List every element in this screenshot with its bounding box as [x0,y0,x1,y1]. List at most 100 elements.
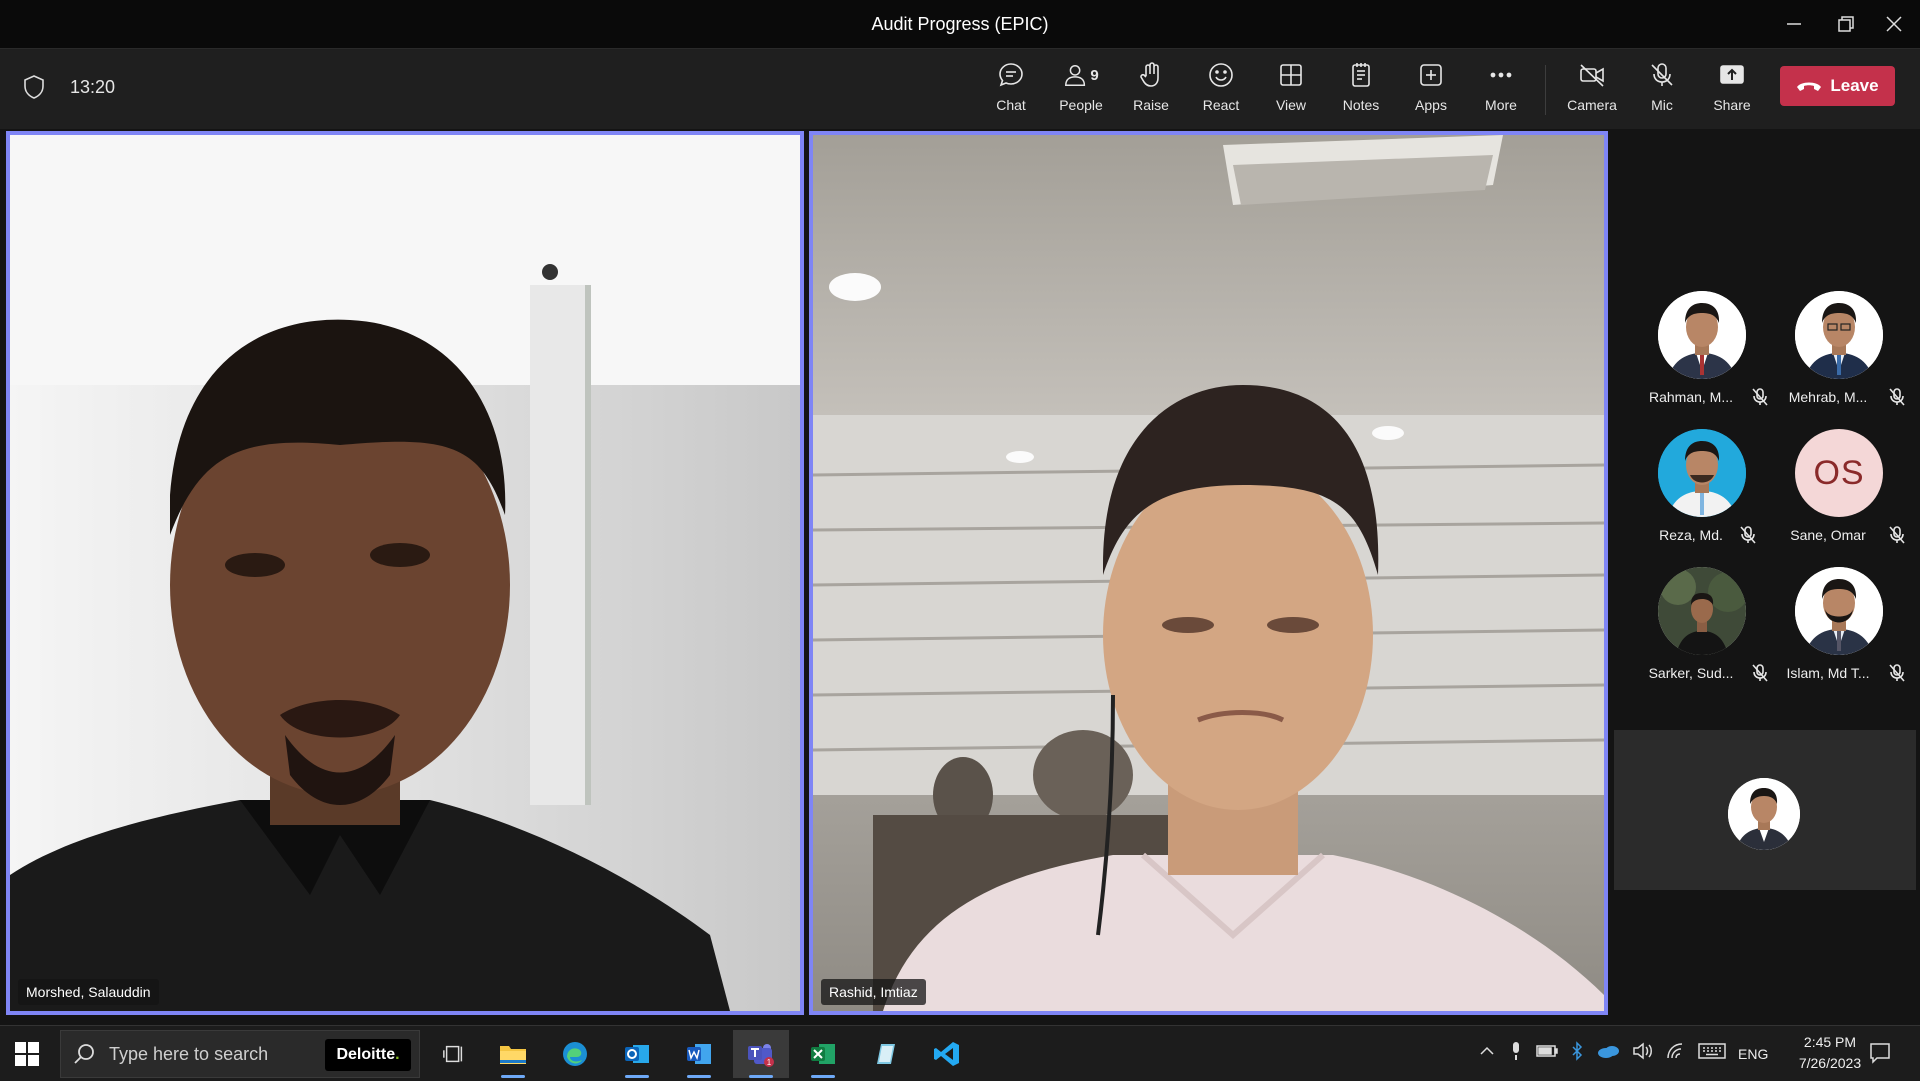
meeting-timer: 13:20 [70,77,116,97]
edge-browser-icon [563,1042,587,1066]
participant-tile[interactable]: Sarker, Sud... [1632,567,1772,697]
close-window-button[interactable] [1866,0,1920,48]
chevron-up-icon [1480,1046,1494,1055]
participant-name-tag: Morshed, Salauddin [18,979,159,1005]
camera-label: Camera [1567,97,1617,113]
teams-app[interactable]: 1 [733,1030,789,1078]
view-label: View [1275,97,1307,113]
mic-label: Mic [1651,97,1673,113]
microphone-tray-icon[interactable] [1508,1041,1524,1066]
participant-name: Mehrab, M... [1788,389,1868,405]
clock-date: 7/26/2023 [1798,1055,1862,1071]
participant-name-tag: Rashid, Imtiaz [821,979,926,1005]
participant-name: Reza, Md. [1659,527,1723,543]
minimize-icon [1787,23,1801,25]
avatar [1658,567,1746,655]
grid-view-icon [1280,64,1302,86]
leave-button[interactable]: Leave [1780,66,1895,106]
mic-off-icon [1740,526,1756,544]
participant-gallery: Rahman, M... Mehrab, M... Reza, Md. OS S… [1612,129,1920,1025]
security-shield-icon[interactable] [22,74,50,102]
deloitte-logo[interactable]: Deloitte. [325,1039,411,1071]
smiley-icon [1209,63,1233,87]
chat-button[interactable]: Chat [978,57,1044,123]
task-view-icon [443,1045,463,1063]
outlook-app[interactable] [609,1030,665,1078]
self-view-tile[interactable] [1614,730,1916,890]
task-view-button[interactable] [426,1030,482,1078]
participant-tile[interactable]: Rahman, M... [1632,291,1772,421]
camera-button[interactable]: Camera [1559,57,1625,123]
notifications-button[interactable] [1868,1041,1894,1067]
touch-keyboard-icon[interactable] [1698,1042,1726,1065]
teams-icon: 1 [748,1044,774,1067]
input-language[interactable]: ENG [1738,1046,1768,1062]
excel-app[interactable] [795,1030,851,1078]
people-icon [1065,64,1086,86]
word-icon [687,1044,711,1064]
leave-label: Leave [1830,76,1879,95]
mic-off-icon [1889,388,1905,406]
notification-icon [1870,1043,1890,1064]
participant-name: Sane, Omar [1790,527,1866,543]
network-icon[interactable] [1666,1042,1686,1065]
meeting-toolbar: 13:20 Chat 9 People Raise React View Not… [0,49,1920,129]
participant-tile[interactable]: Islam, Md T... [1769,567,1909,697]
file-explorer-app[interactable] [485,1030,541,1078]
people-count-badge: 9 [1090,66,1099,84]
more-label: More [1485,97,1517,113]
mic-button[interactable]: Mic [1629,57,1695,123]
start-button[interactable] [14,1041,40,1067]
vscode-icon [934,1042,959,1066]
volume-icon[interactable] [1632,1042,1654,1065]
system-tray: ENG [1478,1026,1768,1081]
avatar-initials: OS [1795,429,1883,517]
people-button[interactable]: 9 People [1048,57,1114,123]
share-screen-icon [1720,65,1744,84]
edge-app[interactable] [547,1030,603,1078]
window-title: Audit Progress (EPIC) [871,14,1049,34]
participant-tile[interactable]: OS Sane, Omar [1769,429,1909,559]
onedrive-icon[interactable] [1596,1042,1620,1065]
raise-hand-button[interactable]: Raise [1118,57,1184,123]
minimize-button[interactable] [1766,0,1822,48]
taskbar-search[interactable]: Type here to search Deloitte. [60,1030,420,1078]
video-tile-speaker[interactable]: Rashid, Imtiaz [809,131,1608,1015]
raise-label: Raise [1133,97,1169,113]
notes-button[interactable]: Notes [1328,57,1394,123]
windows-taskbar: Type here to search Deloitte. 1 ENG 2:45… [0,1025,1920,1081]
more-button[interactable]: More [1468,57,1534,123]
chat-icon [999,63,1023,87]
show-hidden-icons-button[interactable] [1478,1042,1496,1065]
hang-up-icon [1797,82,1822,91]
taskbar-clock[interactable]: 2:45 PM 7/26/2023 [1792,1032,1868,1074]
word-app[interactable] [671,1030,727,1078]
participant-name: Rahman, M... [1648,389,1734,405]
self-avatar [1728,778,1800,850]
vscode-app[interactable] [919,1030,975,1078]
notepad-app[interactable] [857,1030,913,1078]
notes-icon [1352,63,1370,87]
folder-icon [500,1046,526,1064]
meeting-stage: Morshed, Salauddin Rashid, Imtiaz Rahman… [0,129,1920,1025]
windows-logo-icon [15,1042,39,1066]
participant-name: Islam, Md T... [1786,665,1870,681]
view-button[interactable]: View [1258,57,1324,123]
toolbar-divider [1545,65,1546,115]
apps-button[interactable]: Apps [1398,57,1464,123]
restore-icon [1838,16,1854,32]
battery-icon[interactable] [1536,1044,1558,1063]
video-tile-active-speaker[interactable]: Morshed, Salauddin [6,131,804,1015]
search-placeholder: Type here to search [109,1044,269,1064]
share-button[interactable]: Share [1699,57,1765,123]
teams-badge: 1 [767,1058,772,1067]
avatar [1658,429,1746,517]
react-button[interactable]: React [1188,57,1254,123]
participant-name: Sarker, Sud... [1648,665,1734,681]
excel-icon [811,1044,835,1064]
close-icon [1886,16,1902,32]
bluetooth-icon[interactable] [1570,1041,1584,1066]
participant-tile[interactable]: Mehrab, M... [1769,291,1909,421]
camera-off-icon [1580,64,1604,87]
participant-tile[interactable]: Reza, Md. [1632,429,1772,559]
